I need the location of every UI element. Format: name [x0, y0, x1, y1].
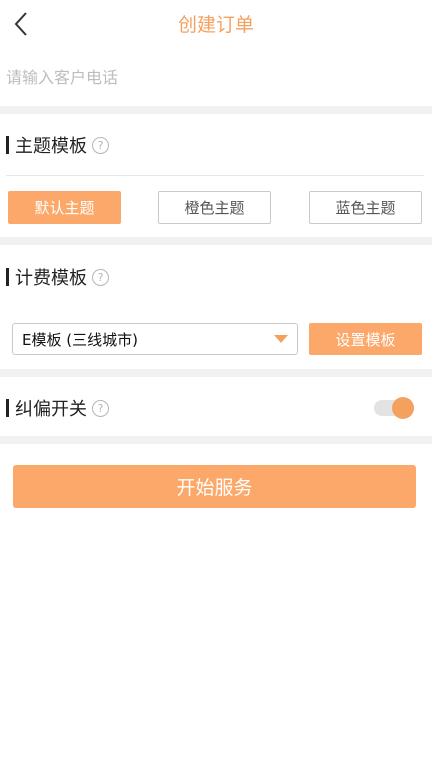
section-separator — [0, 369, 432, 377]
page-title: 创建订单 — [177, 14, 254, 36]
billing-section-title: 计费模板 — [15, 268, 87, 289]
correction-section-header: 纠偏开关 ? — [6, 395, 109, 421]
theme-option-orange[interactable]: 橙色主题 — [158, 191, 271, 224]
customer-phone-input[interactable] — [6, 60, 426, 94]
theme-section-header: 主题模板 ? — [6, 132, 109, 158]
correction-section-title: 纠偏开关 — [15, 399, 87, 420]
section-separator — [0, 436, 432, 444]
dropdown-caret-icon — [274, 335, 288, 343]
section-separator — [0, 237, 432, 245]
section-marker — [6, 136, 9, 154]
top-bar: 创建订单 — [0, 0, 432, 48]
theme-section-title: 主题模板 — [15, 136, 87, 157]
section-marker — [6, 268, 9, 286]
correction-toggle[interactable] — [372, 397, 416, 419]
question-circle-icon[interactable]: ? — [92, 399, 109, 417]
question-circle-icon[interactable]: ? — [92, 136, 109, 154]
toggle-knob — [392, 397, 414, 419]
phone-row — [0, 52, 432, 104]
selected-template-value: E模板 (三线城市) — [22, 330, 138, 349]
billing-section-header: 计费模板 ? — [6, 264, 109, 290]
section-marker — [6, 399, 9, 417]
start-service-button[interactable]: 开始服务 — [13, 465, 416, 508]
divider — [6, 175, 424, 176]
billing-template-select[interactable]: E模板 (三线城市) — [12, 323, 298, 355]
theme-option-blue[interactable]: 蓝色主题 — [309, 191, 422, 224]
question-circle-icon[interactable]: ? — [92, 268, 109, 286]
create-order-page: 创建订单 主题模板 ? 默认主题 橙色主题 蓝色主题 计费模板 ? E模板 (三… — [0, 0, 432, 768]
set-template-button[interactable]: 设置模板 — [309, 323, 422, 355]
section-separator — [0, 106, 432, 114]
theme-option-default[interactable]: 默认主题 — [8, 191, 121, 224]
